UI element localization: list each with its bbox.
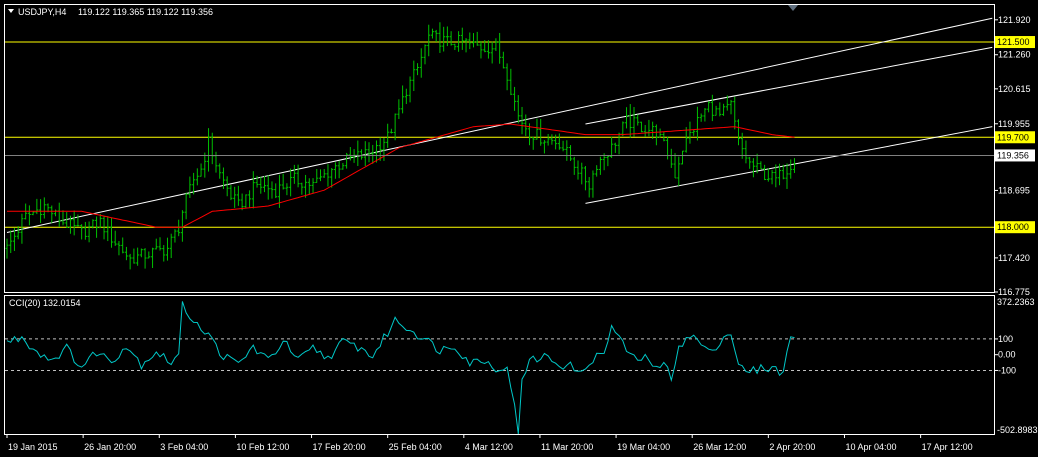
- time-tick-label: 3 Feb 04:00: [160, 442, 208, 452]
- price-tick-label: 121.920: [998, 15, 1031, 25]
- cci-level-label: 0.00: [998, 350, 1016, 360]
- cci-level-label: 100: [998, 334, 1013, 344]
- time-tick-label: 17 Feb 20:00: [313, 442, 366, 452]
- trading-chart[interactable]: USDJPY,H4 119.122 119.365 119.122 119.35…: [0, 0, 1038, 457]
- current-price-value: 119.356: [997, 150, 1029, 160]
- price-tick-label: 118.695: [998, 185, 1030, 195]
- ohlc-values: 119.122 119.365 119.122 119.356: [78, 7, 213, 17]
- time-tick-label: 11 Mar 20:00: [541, 442, 593, 452]
- symbol-label: USDJPY,H4: [18, 7, 66, 17]
- cci-top-value: 372.2363: [997, 297, 1035, 307]
- horizontal-line-value: 121.500: [997, 37, 1030, 47]
- price-tick-label: 121.260: [998, 50, 1031, 60]
- horizontal-line-value: 118.000: [997, 222, 1029, 232]
- time-tick-label: 2 Apr 20:00: [769, 442, 815, 452]
- time-tick-label: 4 Mar 12:00: [465, 442, 513, 452]
- price-axis[interactable]: 121.920 121.260 120.615 119.955 118.695 118.0…: [994, 15, 1035, 297]
- time-tick-label: 17 Apr 12:00: [922, 442, 973, 452]
- time-tick-label: 19 Jan 2015: [8, 442, 58, 452]
- cci-level-label: -100: [998, 365, 1016, 375]
- time-tick-label: 10 Apr 04:00: [845, 442, 896, 452]
- time-tick-label: 26 Jan 20:00: [84, 442, 136, 452]
- price-tick-label: 119.955: [998, 119, 1030, 129]
- horizontal-line-value: 119.700: [997, 132, 1029, 142]
- price-tick-label: 117.420: [998, 253, 1030, 263]
- time-tick-label: 19 Mar 04:00: [617, 442, 670, 452]
- time-tick-label: 10 Feb 12:00: [236, 442, 289, 452]
- price-tick-label: 116.775: [998, 287, 1030, 297]
- price-tick-label: 120.615: [998, 84, 1031, 94]
- cci-label: CCI(20) 132.0154: [9, 298, 81, 308]
- time-tick-label: 25 Feb 04:00: [389, 442, 442, 452]
- cci-bottom-value: -502.8983: [997, 425, 1038, 435]
- time-tick-label: 26 Mar 12:00: [693, 442, 746, 452]
